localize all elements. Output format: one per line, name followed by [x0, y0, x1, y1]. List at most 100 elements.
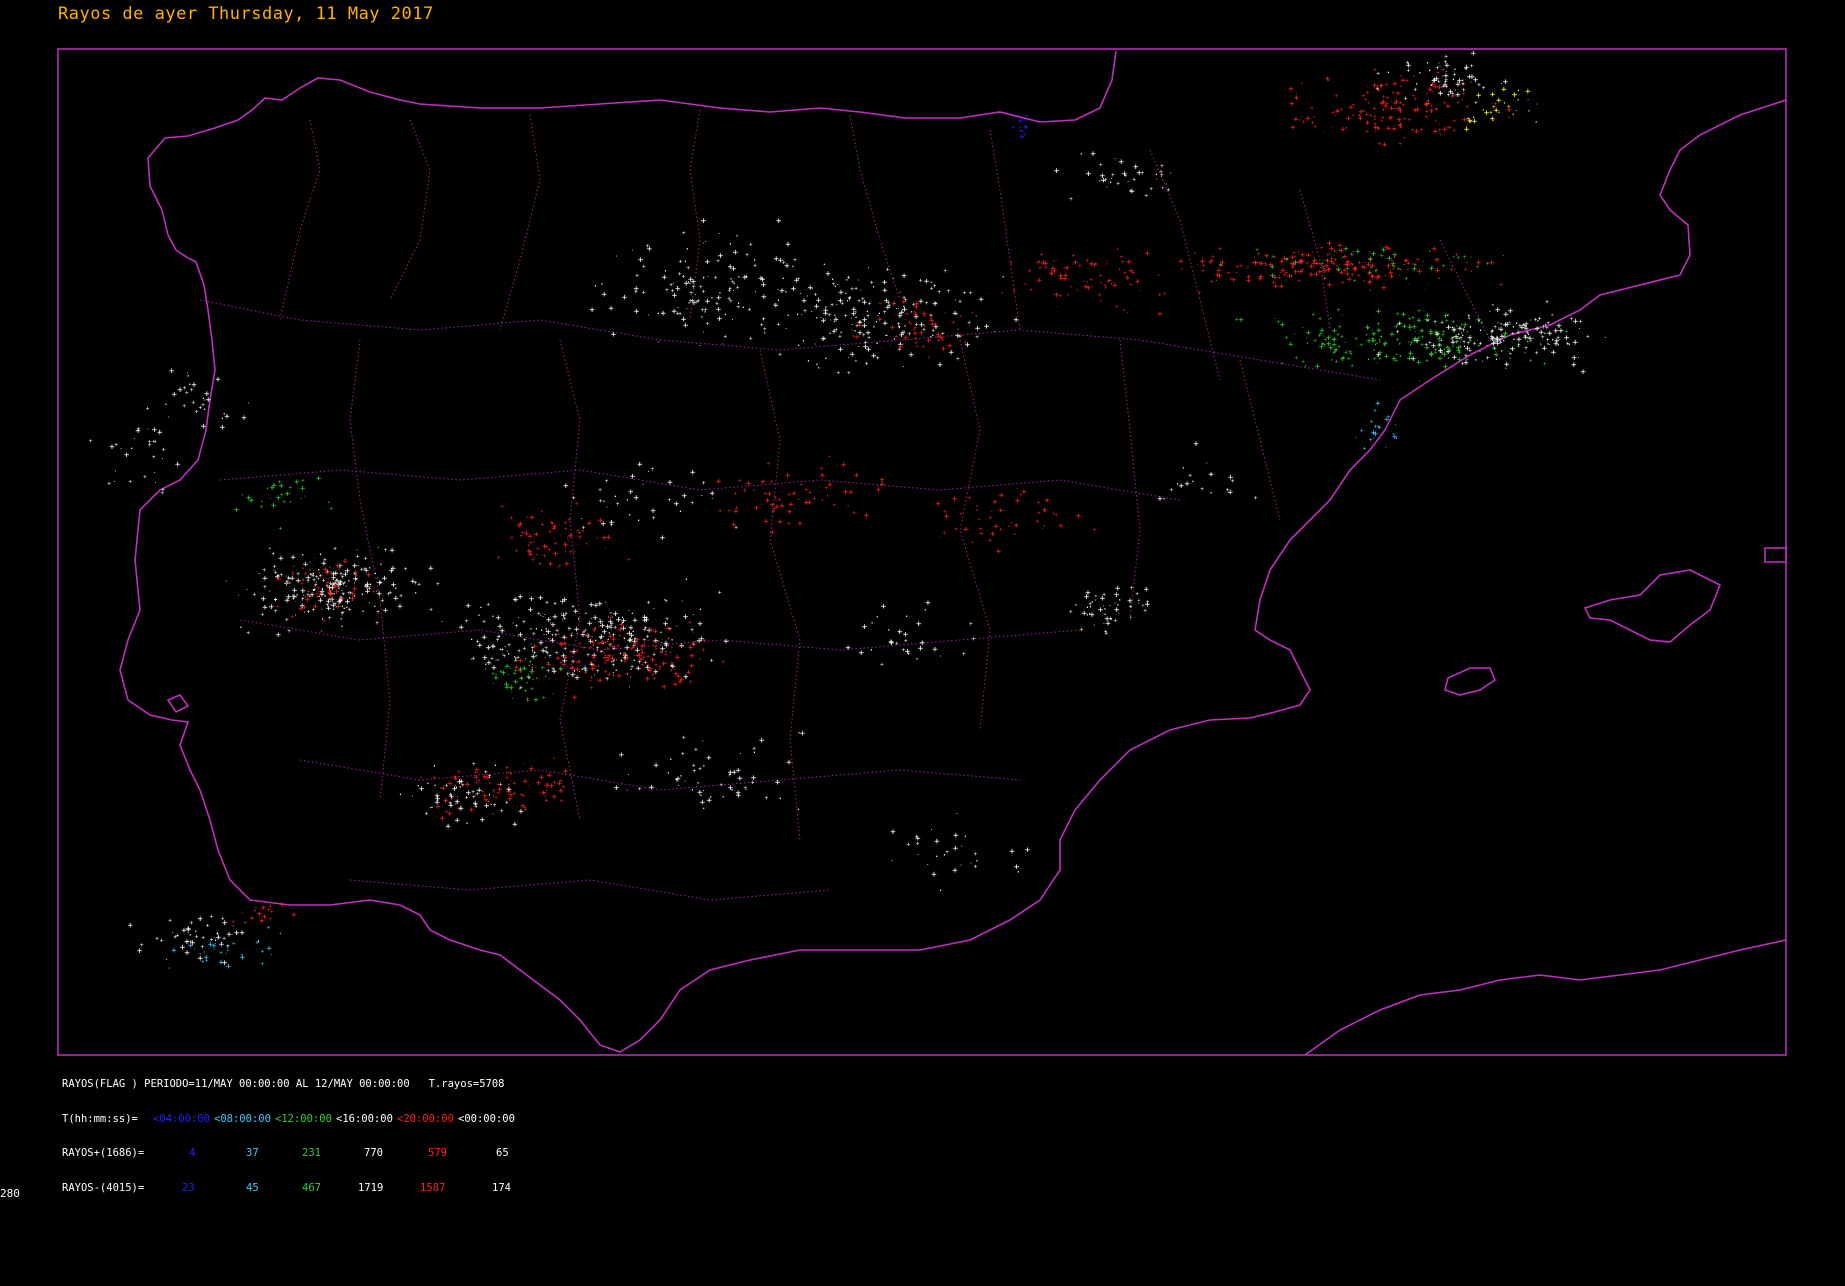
strike-mark: · — [429, 804, 434, 814]
strike-mark: · — [245, 587, 249, 594]
strike-mark: + — [882, 286, 888, 296]
strike-mark: + — [219, 950, 223, 957]
strike-mark: · — [464, 820, 469, 830]
strike-mark: + — [706, 320, 710, 327]
strike-mark: · — [561, 617, 565, 624]
strike-mark: + — [513, 781, 517, 788]
strike-mark: + — [279, 525, 283, 532]
strike-mark: + — [1464, 63, 1470, 73]
strike-mark: + — [1447, 92, 1451, 99]
strike-mark: · — [778, 795, 783, 805]
strike-mark: + — [285, 616, 289, 623]
strike-mark: + — [925, 300, 929, 307]
strike-mark: · — [827, 330, 832, 340]
strike-mark: + — [564, 526, 568, 533]
strike-mark: + — [356, 554, 360, 561]
strike-mark: + — [1516, 329, 1520, 336]
strike-mark: + — [880, 661, 884, 668]
strike-mark: + — [1065, 264, 1071, 274]
strike-mark: + — [552, 667, 558, 677]
strike-mark: + — [776, 217, 782, 227]
strike-mark: + — [246, 630, 250, 637]
positive-label: RAYOS+(1686)= — [62, 1147, 145, 1159]
strike-mark: + — [606, 533, 612, 543]
strike-mark: + — [366, 571, 372, 581]
strike-mark: + — [1464, 353, 1468, 360]
strike-mark: · — [299, 496, 303, 503]
strike-mark: · — [376, 575, 380, 582]
strike-mark: + — [777, 322, 781, 329]
strike-mark: + — [848, 488, 854, 498]
strike-mark: + — [941, 345, 947, 355]
strike-mark: + — [604, 668, 608, 675]
strike-mark: + — [466, 602, 472, 612]
strike-mark: + — [298, 605, 304, 615]
strike-mark: + — [1438, 127, 1442, 134]
strike-mark: + — [902, 647, 906, 654]
strike-mark: · — [470, 656, 474, 663]
strike-mark: + — [1226, 487, 1230, 494]
strike-mark: · — [598, 616, 602, 623]
strike-mark: · — [694, 291, 698, 298]
strike-mark: + — [436, 581, 440, 588]
strike-mark: + — [765, 795, 769, 802]
strike-mark: · — [1289, 273, 1294, 283]
strike-mark: · — [641, 627, 645, 634]
strike-mark: · — [990, 509, 994, 516]
strike-mark: + — [1270, 271, 1276, 281]
strike-mark: · — [1265, 270, 1269, 277]
strike-mark: · — [411, 793, 415, 800]
strike-mark: + — [558, 563, 562, 570]
strike-mark: + — [947, 342, 953, 352]
strike-mark: · — [1098, 297, 1103, 307]
strike-mark: + — [1407, 117, 1411, 124]
strike-mark: · — [231, 932, 235, 939]
strike-mark: + — [901, 272, 907, 282]
strike-mark: · — [1351, 261, 1355, 268]
strike-mark: + — [648, 625, 654, 635]
strike-mark: + — [693, 768, 697, 775]
strike-mark: · — [167, 414, 171, 421]
strike-mark: · — [476, 612, 481, 622]
coast-segment — [166, 694, 190, 714]
strike-mark: · — [833, 282, 838, 292]
strike-mark: + — [1365, 129, 1369, 136]
strike-mark: + — [1029, 287, 1033, 294]
strike-mark: + — [1178, 257, 1184, 267]
strike-mark: + — [864, 511, 870, 521]
strike-mark: · — [1278, 272, 1282, 279]
strike-mark: + — [1434, 330, 1440, 340]
strike-mark: + — [1145, 600, 1151, 610]
strike-mark: · — [902, 363, 906, 370]
strike-mark: + — [510, 515, 514, 522]
strike-mark: + — [549, 637, 553, 644]
strike-mark: + — [905, 647, 911, 657]
strike-mark: + — [1013, 316, 1019, 326]
strike-mark: + — [1414, 336, 1420, 346]
strike-mark: · — [743, 488, 747, 495]
strike-mark: · — [939, 653, 943, 660]
strike-mark: + — [220, 423, 226, 433]
strike-mark: · — [652, 606, 656, 613]
strike-mark: · — [587, 636, 591, 643]
strike-mark: + — [754, 503, 760, 513]
strike-mark: · — [1578, 325, 1582, 332]
strike-mark: + — [702, 638, 706, 645]
strike-mark: · — [1299, 79, 1304, 89]
strike-mark: + — [788, 500, 794, 510]
positive-value-1: 37 — [246, 1147, 259, 1159]
strike-mark: + — [1451, 91, 1455, 98]
strike-mark: · — [492, 680, 496, 687]
strike-mark: + — [1058, 521, 1064, 531]
strike-mark: + — [627, 557, 631, 564]
strike-mark: + — [563, 481, 569, 491]
strike-mark: · — [511, 620, 515, 627]
strike-mark: · — [784, 325, 788, 332]
strike-mark: · — [856, 344, 860, 351]
strike-mark: · — [241, 909, 245, 916]
strike-mark: + — [1201, 268, 1205, 275]
strike-mark: · — [698, 606, 703, 616]
strike-mark: · — [1331, 124, 1335, 131]
strike-mark: · — [1280, 360, 1285, 370]
lightning-strikes: · + + + · · + + · + + + + + + · + + + + + + + + + + · + + · + + + · + · + + + +… — [89, 49, 1607, 972]
